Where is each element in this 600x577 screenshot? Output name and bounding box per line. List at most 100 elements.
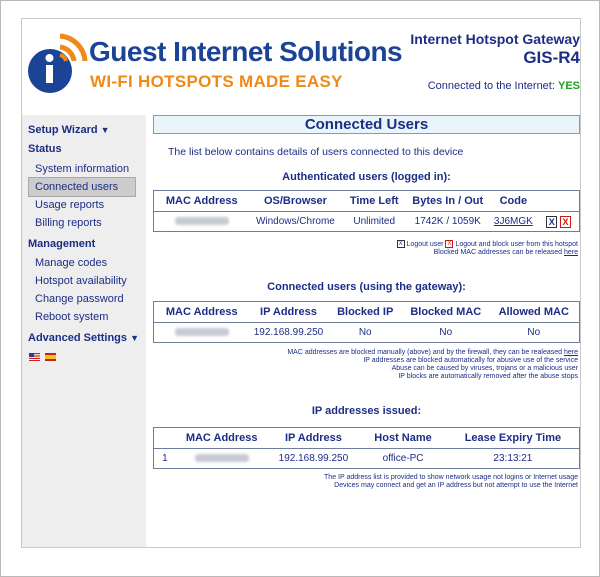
app-window: Guest Internet Solutions WI-FI HOTSPOTS …: [21, 18, 581, 548]
sidebar-item-manage-codes[interactable]: Manage codes: [22, 254, 141, 272]
table-header-row: MAC Address IP Address Host Name Lease E…: [153, 427, 580, 449]
authenticated-users-table: MAC Address OS/Browser Time Left Bytes I…: [153, 190, 580, 232]
note-line: IP blocks are automatically removed afte…: [398, 373, 578, 380]
index-cell: 1: [153, 448, 176, 469]
sidebar-setup-wizard[interactable]: Setup Wizard ▼: [22, 121, 110, 139]
logout-user-button[interactable]: X: [546, 215, 558, 228]
sidebar-advanced-settings-label: Advanced Settings: [28, 332, 128, 344]
issued-notes: The IP address list is provided to show …: [324, 474, 578, 490]
chevron-down-icon: ▼: [130, 333, 140, 343]
column-header: MAC Address: [153, 301, 250, 323]
column-header: Bytes In / Out: [407, 190, 489, 212]
mac-address-redacted: [174, 217, 229, 226]
sidebar-item-change-password[interactable]: Change password: [22, 290, 141, 308]
code-cell: 3J6MGK: [488, 211, 539, 232]
sidebar-item-reboot-system[interactable]: Reboot system: [22, 308, 141, 326]
mac-address-cell: [175, 448, 268, 469]
unblock-link[interactable]: here: [564, 349, 578, 356]
authenticated-notes: X Logout user X Logout and block user fr…: [396, 240, 578, 257]
brand-name: Guest Internet Solutions: [89, 36, 403, 67]
ip-address-cell: 192.168.99.250: [267, 448, 360, 469]
sidebar-item-hotspot-availability[interactable]: Hotspot availability: [22, 272, 141, 290]
product-name: Internet Hotspot Gateway: [410, 31, 580, 47]
note-logout-text: Logout user: [406, 240, 444, 248]
sidebar-advanced-settings[interactable]: Advanced Settings ▼: [22, 329, 139, 347]
column-header-actions: [538, 190, 580, 212]
note-line: X Logout user X Logout and block user fr…: [396, 240, 578, 249]
page-title: Connected Users: [153, 115, 580, 134]
gateway-users-table: MAC Address IP Address Blocked IP Blocke…: [153, 301, 580, 343]
gateway-heading: Connected users (using the gateway):: [267, 281, 466, 293]
brand-logo-icon: [28, 33, 88, 93]
note-line: Abuse can be caused by viruses, trojans …: [391, 365, 578, 372]
sidebar-item-billing-reports[interactable]: Billing reports: [22, 214, 141, 232]
column-header: Allowed MAC: [488, 301, 580, 323]
page-intro: The list below contains details of users…: [168, 146, 464, 158]
time-left-cell: Unlimited: [341, 211, 408, 232]
table-header-row: MAC Address OS/Browser Time Left Bytes I…: [153, 190, 580, 212]
spain-flag-icon[interactable]: [45, 353, 56, 361]
internet-status-value: YES: [557, 80, 580, 92]
gateway-notes: MAC addresses are blocked manually (abov…: [287, 349, 578, 381]
table-row: 1 192.168.99.250 office-PC 23:13:21: [153, 448, 580, 469]
internet-status: Connected to the Internet: YES: [428, 80, 580, 92]
mac-address-cell: [153, 211, 250, 232]
column-header: IP Address: [249, 301, 328, 323]
note-line: MAC addresses are blocked manually (abov…: [287, 349, 578, 357]
note-line: IP addresses are blocked automatically f…: [363, 357, 578, 364]
sidebar-heading-management: Management: [28, 238, 96, 250]
note-line: Devices may connect and get an IP addres…: [334, 482, 578, 489]
lease-expiry-cell: 23:13:21: [446, 448, 580, 469]
sidebar-heading-status: Status: [28, 143, 62, 155]
allowed-mac-cell: No: [488, 322, 580, 343]
note-block-text: Logout and block user from this hotspot: [455, 240, 578, 248]
sidebar-item-usage-reports[interactable]: Usage reports: [22, 196, 141, 214]
ip-address-cell: 192.168.99.250: [249, 322, 328, 343]
mac-address-redacted: [194, 454, 249, 463]
chevron-down-icon: ▼: [100, 125, 110, 135]
note-line: The IP address list is provided to show …: [324, 474, 578, 481]
actions-cell: X X: [538, 211, 580, 232]
column-header: Blocked MAC: [403, 301, 489, 323]
code-link[interactable]: 3J6MGK: [494, 216, 533, 227]
column-header-index: [153, 427, 176, 449]
blocked-ip-cell: No: [327, 322, 404, 343]
mac-address-redacted: [174, 328, 229, 337]
column-header: Host Name: [359, 427, 447, 449]
column-header: Lease Expiry Time: [446, 427, 580, 449]
bytes-cell: 1742K / 1059K: [407, 211, 489, 232]
release-link[interactable]: here: [564, 249, 578, 256]
note-line: Blocked MAC addresses can be released he…: [397, 249, 578, 257]
sidebar-setup-wizard-label: Setup Wizard: [28, 124, 98, 136]
us-flag-icon[interactable]: [29, 353, 40, 361]
header: Guest Internet Solutions WI-FI HOTSPOTS …: [22, 19, 580, 115]
ip-addresses-table: MAC Address IP Address Host Name Lease E…: [153, 427, 580, 469]
table-header-row: MAC Address IP Address Blocked IP Blocke…: [153, 301, 580, 323]
blocked-mac-cell: No: [403, 322, 489, 343]
table-row: Windows/Chrome Unlimited 1742K / 1059K 3…: [153, 211, 580, 232]
sidebar: Setup Wizard ▼ Status System information…: [22, 115, 146, 547]
brand-tagline: WI-FI HOTSPOTS MADE EASY: [90, 72, 343, 91]
note-text: MAC addresses are blocked manually (abov…: [287, 349, 563, 356]
logout-icon: X: [396, 240, 405, 248]
product-model: GIS-R4: [523, 48, 580, 67]
internet-status-label: Connected to the Internet:: [427, 80, 555, 92]
os-browser-cell: Windows/Chrome: [249, 211, 342, 232]
column-header: MAC Address: [153, 190, 250, 212]
authenticated-heading: Authenticated users (logged in):: [282, 171, 451, 183]
note-released-text: Blocked MAC addresses can be released: [433, 248, 563, 256]
column-header: IP Address: [267, 427, 360, 449]
block-icon: X: [445, 240, 454, 248]
table-row: 192.168.99.250 No No No: [153, 322, 580, 343]
block-user-button[interactable]: X: [560, 215, 572, 228]
column-header: Code: [488, 190, 539, 212]
sidebar-item-connected-users[interactable]: Connected users: [28, 177, 136, 197]
host-name-cell: office-PC: [359, 448, 447, 469]
column-header: Blocked IP: [327, 301, 404, 323]
column-header: OS/Browser: [249, 190, 342, 212]
issued-heading: IP addresses issued:: [311, 405, 422, 417]
column-header: MAC Address: [175, 427, 268, 449]
sidebar-item-system-information[interactable]: System information: [22, 160, 141, 178]
column-header: Time Left: [341, 190, 408, 212]
mac-address-cell: [153, 322, 250, 343]
